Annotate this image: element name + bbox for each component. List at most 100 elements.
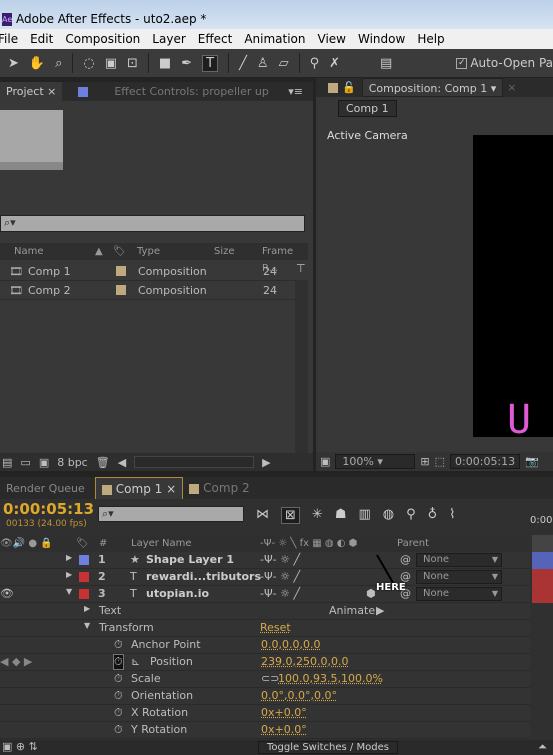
scrollbar[interactable] bbox=[295, 280, 308, 455]
layer-name[interactable]: Shape Layer 1 bbox=[146, 553, 234, 566]
stopwatch-icon[interactable]: ⏱ bbox=[114, 672, 123, 686]
camera-tool-icon[interactable]: ▣ bbox=[105, 56, 117, 71]
reset-link[interactable]: Reset bbox=[260, 621, 291, 634]
collapse-icon[interactable]: ▼ bbox=[66, 587, 72, 596]
pickwhip-icon[interactable]: @ bbox=[400, 553, 411, 566]
property-group-text[interactable]: ▶ Text Animate: ▶ bbox=[0, 603, 530, 620]
motion-blur-icon[interactable]: ◍ bbox=[383, 507, 394, 524]
graph-icon[interactable]: ⊾ bbox=[131, 655, 140, 668]
tab-render-queue[interactable]: Render Queue bbox=[0, 482, 91, 495]
layer-switches[interactable]: -Ψ- ☼ ╱ bbox=[260, 570, 300, 583]
menu-file[interactable]: File bbox=[0, 32, 18, 46]
layer-row-1[interactable]: ▶ 1 ★ Shape Layer 1 -Ψ- ☼ ╱ @ None bbox=[0, 552, 530, 569]
expand-icon[interactable]: ▶ bbox=[66, 570, 72, 579]
graph-editor-icon[interactable]: ⌇ bbox=[449, 507, 455, 524]
stopwatch-icon[interactable]: ⏱ bbox=[113, 654, 124, 670]
property-row[interactable]: ⏱ Scale ⊂⊃ 100.0,93.5,100.0% bbox=[0, 671, 530, 688]
brainstorm-icon[interactable]: ⚲ bbox=[406, 507, 416, 524]
collapse-icon[interactable]: ▼ bbox=[84, 621, 90, 630]
layer-name[interactable]: rewardi...tributors bbox=[146, 570, 261, 583]
stopwatch-icon[interactable]: ⏱ bbox=[114, 706, 123, 720]
label-tag-icon[interactable]: 🏷 bbox=[113, 243, 126, 260]
layer-bar-3[interactable] bbox=[532, 586, 553, 603]
layer-row-3[interactable]: 👁 ▼ 3 T utopian.io -Ψ- ☼ ╱ ⬢ @ None bbox=[0, 586, 530, 603]
stopwatch-icon[interactable]: ⏱ bbox=[114, 638, 123, 652]
close-icon[interactable]: × bbox=[507, 81, 516, 94]
property-value[interactable]: 0x+0.0° bbox=[261, 706, 307, 719]
checkbox-icon[interactable]: ✓ bbox=[456, 57, 468, 69]
pen-tool-icon[interactable]: ✒ bbox=[181, 56, 192, 71]
rectangle-tool-icon[interactable]: ■ bbox=[159, 56, 171, 71]
menu-window[interactable]: Window bbox=[358, 32, 405, 46]
auto-keyframe-icon[interactable]: ♁ bbox=[428, 507, 438, 524]
type-tool-icon[interactable]: T bbox=[202, 54, 219, 72]
list-item[interactable]: 🎞 Comp 2 Composition 24 bbox=[0, 281, 295, 300]
lock-icon[interactable]: 🔓 bbox=[342, 81, 356, 94]
property-value[interactable]: 0.0,0.0,0.0 bbox=[261, 638, 320, 651]
expand-icon[interactable]: ▶ bbox=[84, 604, 90, 613]
menu-help[interactable]: Help bbox=[417, 32, 444, 46]
time-ruler[interactable]: 0:00s bbox=[530, 515, 553, 526]
rotate-tool-icon[interactable]: ◌ bbox=[83, 56, 94, 71]
stopwatch-icon[interactable]: ⏱ bbox=[114, 723, 123, 737]
property-row[interactable]: ◀ ◆ ▶ ⏱ ⊾ Position 239.0,250.0,0.0 bbox=[0, 654, 530, 671]
keyframe-navigator-icon[interactable]: ◀ ◆ ▶ bbox=[0, 655, 32, 668]
hide-shy-icon[interactable]: ☗ bbox=[335, 507, 347, 524]
layer-switches[interactable]: -Ψ- ☼ ╱ bbox=[260, 587, 300, 600]
menu-composition[interactable]: Composition bbox=[65, 32, 140, 46]
col-type[interactable]: Type bbox=[137, 243, 160, 260]
col-parent[interactable]: Parent bbox=[397, 535, 429, 552]
property-value[interactable]: 239.0,250.0,0.0 bbox=[261, 655, 348, 668]
region-icon[interactable]: ▣ bbox=[320, 455, 330, 468]
property-row[interactable]: ⏱ Y Rotation 0x+0.0° bbox=[0, 722, 530, 739]
label-color[interactable] bbox=[79, 589, 89, 599]
layer-name[interactable]: utopian.io bbox=[146, 587, 209, 600]
property-value[interactable]: 0x+0.0° bbox=[261, 723, 307, 736]
safe-margins-icon[interactable]: ⊞ bbox=[420, 455, 429, 468]
property-group-transform[interactable]: ▼ Transform Reset bbox=[0, 620, 530, 637]
live-update-icon[interactable]: ⊠ bbox=[281, 507, 300, 524]
comp-viewer[interactable]: U bbox=[473, 135, 553, 440]
menu-view[interactable]: View bbox=[318, 32, 346, 46]
list-item[interactable]: 🎞 Comp 1 Composition 24 bbox=[0, 262, 295, 281]
label-color[interactable] bbox=[79, 572, 89, 582]
menu-edit[interactable]: Edit bbox=[30, 32, 53, 46]
layer-switches-icon[interactable]: -Ψ- ☼ ╲ fx ▦ ◍ ◐ ⬢ bbox=[260, 535, 357, 552]
label-color[interactable] bbox=[116, 285, 126, 295]
toggle-switches-modes-button[interactable]: Toggle Switches / Modes bbox=[258, 741, 398, 754]
label-tag-icon[interactable]: 🏷 bbox=[76, 535, 89, 552]
layer-bar-1[interactable] bbox=[532, 552, 553, 569]
comp-mini-flowchart-icon[interactable]: ⋈ bbox=[256, 507, 269, 524]
horizontal-scrollbar[interactable] bbox=[134, 456, 255, 468]
layer-search-input[interactable]: ⌕▾ bbox=[98, 506, 244, 522]
stopwatch-icon[interactable]: ⏱ bbox=[114, 689, 123, 703]
expand-panes-icons[interactable]: ▣ ⊕ ⇅ bbox=[2, 740, 38, 753]
col-size[interactable]: Size bbox=[214, 243, 235, 260]
delete-icon[interactable]: 🗑 bbox=[96, 456, 110, 469]
new-folder-icon[interactable]: ▭ bbox=[20, 456, 30, 469]
eraser-tool-icon[interactable]: ▱ bbox=[279, 56, 289, 71]
scroll-right-icon[interactable]: ▶ bbox=[262, 456, 270, 469]
property-row[interactable]: ⏱ X Rotation 0x+0.0° bbox=[0, 705, 530, 722]
workspace-icon[interactable]: ▤ bbox=[380, 56, 392, 71]
scroll-left-icon[interactable]: ◀ bbox=[118, 456, 126, 469]
property-row[interactable]: ⏱ Anchor Point 0.0,0.0,0.0 bbox=[0, 637, 530, 654]
tab-comp-2[interactable]: Comp 2 bbox=[183, 481, 255, 495]
tab-project[interactable]: Project × bbox=[0, 82, 63, 101]
label-color[interactable] bbox=[116, 266, 126, 276]
zoom-tool-icon[interactable]: ⌕ bbox=[55, 56, 62, 71]
hand-tool-icon[interactable]: ✋ bbox=[29, 56, 45, 71]
tab-composition[interactable]: Composition: Comp 1 ▾ bbox=[361, 78, 504, 97]
layer-row-2[interactable]: ▶ 2 T rewardi...tributors -Ψ- ☼ ╱ @ None bbox=[0, 569, 530, 586]
project-search-input[interactable]: ⌕▾ bbox=[0, 215, 305, 232]
property-value[interactable]: 100.0,93.5,100.0% bbox=[278, 672, 383, 685]
sort-icon[interactable]: ▲ bbox=[95, 243, 103, 260]
zoom-out-icon[interactable]: ⏶ bbox=[538, 740, 547, 754]
property-value[interactable]: 0.0°,0.0°,0.0° bbox=[261, 689, 337, 702]
current-timecode[interactable]: 0:00:05:13 bbox=[3, 500, 94, 518]
parent-dropdown[interactable]: None bbox=[416, 553, 502, 567]
auto-open-checkbox[interactable]: ✓ Auto-Open Pa bbox=[456, 56, 553, 70]
expand-icon[interactable]: ▶ bbox=[66, 553, 72, 562]
current-time-display[interactable]: 0:00:05:13 bbox=[450, 454, 521, 469]
parent-dropdown[interactable]: None bbox=[416, 587, 502, 601]
